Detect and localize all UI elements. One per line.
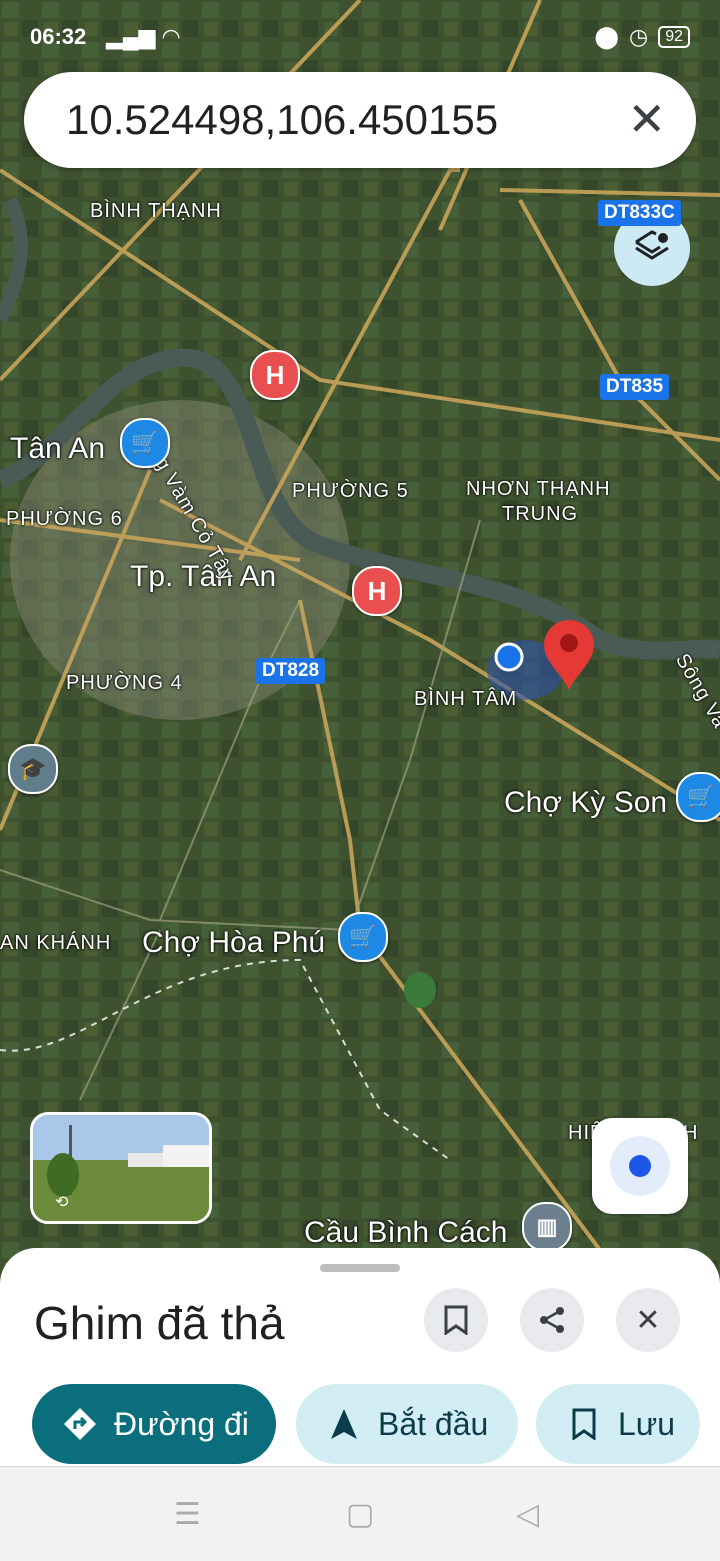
- place-label: NHƠN THẠNH: [466, 478, 611, 500]
- signal-wifi-icon: ▂▄▆ ◠: [106, 24, 181, 49]
- bridge-icon[interactable]: ▥: [522, 1202, 572, 1252]
- bookmark-icon: [564, 1408, 604, 1440]
- start-label: Bắt đầu: [378, 1405, 489, 1442]
- place-label: BÌNH TÂM: [414, 688, 518, 710]
- street-view-thumbnail[interactable]: ⟲: [30, 1112, 212, 1224]
- place-label: Chợ Kỳ Son: [504, 786, 668, 819]
- school-icon[interactable]: 🎓: [8, 744, 58, 794]
- start-button[interactable]: Bắt đầu: [296, 1384, 518, 1464]
- road-shield: DT828: [256, 658, 326, 684]
- place-label: Tp. Tân An: [130, 560, 277, 593]
- home-icon[interactable]: ▢: [346, 1497, 374, 1532]
- shopping-cart-icon[interactable]: 🛒: [120, 418, 170, 468]
- save-button[interactable]: Lưu: [536, 1384, 700, 1464]
- my-location-icon: [610, 1136, 670, 1196]
- shopping-cart-icon[interactable]: 🛒: [338, 912, 388, 962]
- bottom-sheet[interactable]: Ghim đã thả ✕ Đường đi Bắt đầu Lưu: [0, 1248, 720, 1466]
- my-location-dot: [494, 642, 524, 672]
- battery-indicator: 92: [658, 26, 690, 48]
- place-label: Tân An: [10, 432, 106, 465]
- street-view-image: ⟲: [33, 1115, 209, 1221]
- bookmark-button[interactable]: [424, 1288, 488, 1352]
- directions-icon: [60, 1407, 100, 1441]
- place-label: TRUNG: [502, 503, 579, 525]
- layers-icon: [635, 230, 669, 260]
- back-icon[interactable]: ◁: [516, 1497, 539, 1532]
- navigation-arrow-icon: [324, 1408, 364, 1440]
- close-icon: ✕: [635, 1303, 661, 1337]
- directions-label: Đường đi: [114, 1405, 249, 1442]
- location-icon: ⬤: [594, 24, 619, 49]
- save-label: Lưu: [618, 1405, 676, 1442]
- close-sheet-button[interactable]: ✕: [616, 1288, 680, 1352]
- status-bar: 06:32 ▂▄▆ ◠ ⬤ ◷ 92: [0, 0, 720, 70]
- drag-handle[interactable]: [320, 1264, 400, 1272]
- place-label: PHƯỜNG 6: [6, 508, 123, 530]
- status-right-icons: ⬤ ◷ 92: [594, 24, 690, 50]
- shopping-cart-icon[interactable]: 🛒: [676, 772, 720, 822]
- sheet-title: Ghim đã thả: [34, 1297, 285, 1349]
- place-label: AN KHÁNH: [0, 932, 112, 954]
- menu-icon[interactable]: ☰: [174, 1497, 201, 1532]
- road-shield: DT833C: [598, 200, 681, 226]
- place-label: PHƯỜNG 4: [66, 672, 183, 694]
- alarm-icon: ◷: [629, 24, 649, 49]
- search-bar[interactable]: 10.524498,106.450155 ✕: [24, 72, 696, 168]
- hospital-icon[interactable]: H: [250, 350, 300, 400]
- satellite-imagery: [0, 0, 720, 1300]
- place-label: PHƯỜNG 5: [292, 480, 409, 502]
- place-label: Cầu Bình Cách: [304, 1216, 508, 1249]
- road-shield: DT835: [600, 374, 670, 400]
- hospital-icon[interactable]: H: [352, 566, 402, 616]
- bookmark-icon: [444, 1305, 468, 1335]
- system-nav-bar: ☰ ▢ ◁: [0, 1466, 720, 1561]
- svg-text:⟲: ⟲: [55, 1192, 69, 1211]
- my-location-button[interactable]: [592, 1118, 688, 1214]
- search-query-text[interactable]: 10.524498,106.450155: [66, 96, 498, 144]
- map-view[interactable]: 06:32 ▂▄▆ ◠ ⬤ ◷ 92 10.524498,106.450155 …: [0, 0, 720, 1300]
- share-icon: [540, 1307, 564, 1333]
- place-label: BÌNH THẠNH: [90, 200, 222, 222]
- place-label: Chợ Hòa Phú: [142, 926, 326, 959]
- share-button[interactable]: [520, 1288, 584, 1352]
- close-icon[interactable]: ✕: [627, 92, 666, 146]
- directions-button[interactable]: Đường đi: [32, 1384, 276, 1464]
- status-time: 06:32: [30, 24, 87, 49]
- dropped-pin-icon[interactable]: [542, 618, 596, 692]
